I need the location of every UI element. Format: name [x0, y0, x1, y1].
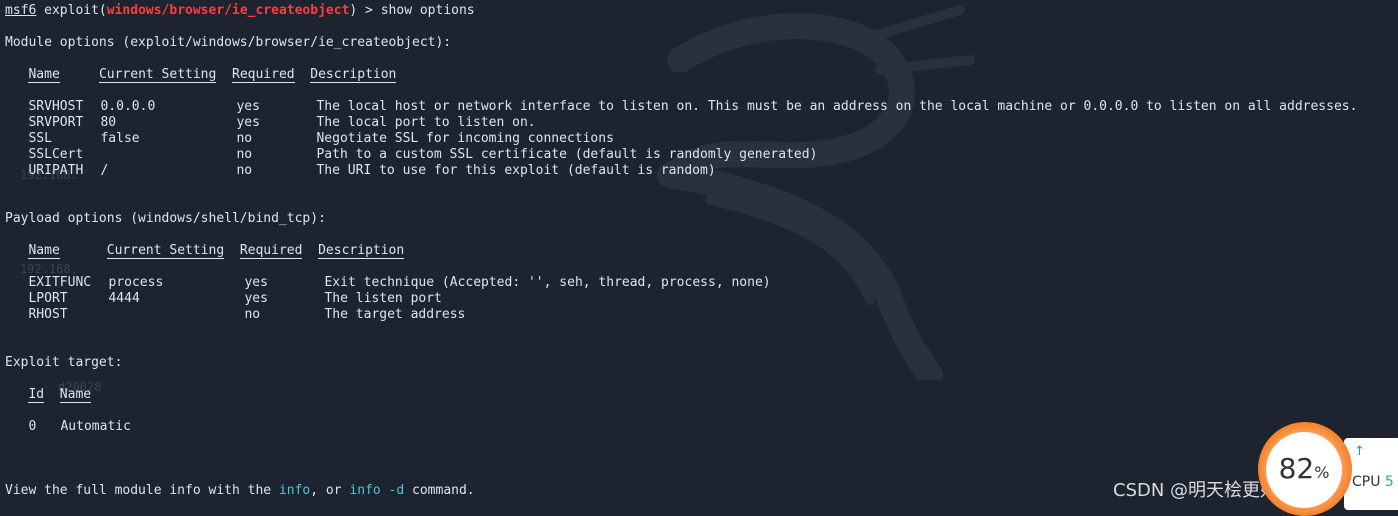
col-required-header: Required — [232, 67, 295, 83]
arrow-up-icon: ↑ — [1354, 444, 1365, 459]
cell-required: no — [236, 131, 253, 146]
payload-options-header-row: Name Current Setting Required Descriptio… — [5, 243, 1398, 259]
prompt-text: exploit( — [36, 3, 107, 18]
module-path: windows/browser/ie_createobject — [106, 3, 350, 18]
col-description-header: Description — [310, 67, 397, 83]
gauge-percent: 82% — [1266, 452, 1342, 485]
percent-sign: % — [1314, 463, 1330, 482]
cell-name: SSL — [28, 131, 52, 146]
cell-desc: Path to a custom SSL certificate (defaul… — [316, 147, 818, 162]
footer-text: command. — [404, 483, 475, 498]
cpu-readout: CPU 5 — [1352, 474, 1394, 490]
table-row: URIPATH / no The URI to use for this exploi… — [5, 163, 1398, 179]
exploit-target-heading: Exploit target: — [5, 355, 123, 370]
cell-required: no — [244, 307, 261, 322]
cell-desc: The URI to use for this exploit (default… — [316, 163, 716, 178]
terminal-output: msf6 exploit(windows/browser/ie_createob… — [5, 3, 1398, 499]
module-options-header-row: Name Current Setting Required Descriptio… — [5, 67, 1398, 83]
cpu-panel[interactable]: ↑ CPU 5 — [1344, 438, 1398, 510]
table-row: SSLCert no Path to a custom SSL certificat… — [5, 147, 1398, 163]
memory-gauge[interactable]: 82% — [1258, 422, 1352, 516]
table-row: LPORT 4444 yes The listen port — [5, 291, 1398, 307]
table-row: RHOST no The target address — [5, 307, 1398, 323]
cell-name: EXITFUNC — [28, 275, 92, 290]
cell-required: yes — [244, 275, 268, 290]
col-id-header: Id — [28, 387, 45, 403]
exploit-target-header-row: Id Name — [5, 387, 1398, 403]
cell-name: RHOST — [28, 307, 68, 322]
command-line: msf6 exploit(windows/browser/ie_createob… — [5, 3, 1398, 19]
cell-desc: Negotiate SSL for incoming connections — [316, 131, 614, 146]
cell-desc: The listen port — [324, 291, 442, 306]
col-name-header: Name — [28, 243, 60, 259]
cell-desc: The local host or network interface to l… — [316, 99, 1358, 114]
table-row: SRVHOST 0.0.0.0 yes The local host or netwo… — [5, 99, 1398, 115]
col-description-header: Description — [318, 243, 405, 259]
cell-id: 0 — [28, 419, 37, 434]
cell-name: SRVHOST — [28, 99, 84, 114]
table-row: EXITFUNC process yes Exit technique (Accept… — [5, 275, 1398, 291]
command-text: ) > show options — [349, 3, 475, 18]
cell-setting: false — [100, 131, 140, 146]
cell-setting: / — [100, 163, 109, 178]
cell-required: no — [236, 163, 253, 178]
cell-required: yes — [236, 115, 260, 130]
module-options-table: SRVHOST 0.0.0.0 yes The local host or netwo… — [5, 99, 1398, 179]
cell-setting: 80 — [100, 115, 117, 130]
table-row: 0 Automatic — [5, 419, 1398, 435]
cell-desc: The target address — [324, 307, 466, 322]
col-setting-header: Current Setting — [98, 67, 217, 83]
footer-text: , or — [310, 483, 350, 498]
cell-required: yes — [236, 99, 260, 114]
gauge-percent-value: 82 — [1278, 452, 1315, 485]
cell-desc: The local port to listen on. — [316, 115, 536, 130]
cpu-value: 5 — [1384, 474, 1394, 490]
table-row: SSL false no Negotiate SSL for incoming con… — [5, 131, 1398, 147]
col-name-header: Name — [28, 67, 60, 83]
prompt-label: msf6 — [5, 3, 37, 18]
table-row: SRVPORT 80 yes The local port to listen on. — [5, 115, 1398, 131]
cell-required: yes — [244, 291, 268, 306]
cell-desc: Exit technique (Accepted: '', seh, threa… — [324, 275, 771, 290]
cell-name: SSLCert — [28, 147, 84, 162]
payload-options-heading: Payload options (windows/shell/bind_tcp)… — [5, 211, 326, 226]
cell-name: LPORT — [28, 291, 68, 306]
cell-setting: 0.0.0.0 — [100, 99, 156, 114]
info-command: info — [278, 483, 311, 498]
cell-name: SRVPORT — [28, 115, 84, 130]
cell-name: URIPATH — [28, 163, 84, 178]
gauge-face: 82% — [1266, 432, 1342, 508]
info-d-command: info -d — [349, 483, 405, 498]
cpu-label: CPU — [1352, 474, 1381, 490]
col-required-header: Required — [239, 243, 303, 259]
payload-options-table: EXITFUNC process yes Exit technique (Accept… — [5, 275, 1398, 323]
cell-required: no — [236, 147, 253, 162]
cell-name: Automatic — [60, 419, 131, 434]
col-name-header: Name — [59, 387, 92, 403]
cell-setting: 4444 — [108, 291, 140, 306]
col-setting-header: Current Setting — [106, 243, 225, 259]
cell-setting: process — [108, 275, 164, 290]
module-options-heading: Module options (exploit/windows/browser/… — [5, 35, 452, 50]
footer-text: View the full module info with the — [5, 483, 279, 498]
exploit-target-table: 0 Automatic — [5, 419, 1398, 435]
